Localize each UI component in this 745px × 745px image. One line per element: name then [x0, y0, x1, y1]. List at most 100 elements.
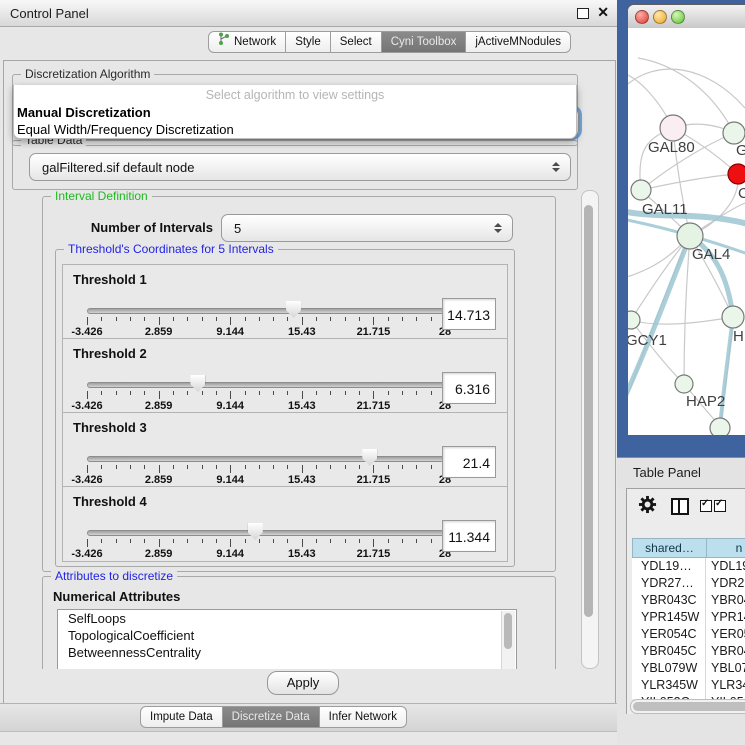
threshold-1-value[interactable]: 14.713: [442, 298, 496, 330]
list-item[interactable]: BetweennessCentrality: [58, 644, 516, 661]
list-item[interactable]: TopologicalCoefficient: [58, 627, 516, 644]
tab-label: Network: [234, 32, 276, 52]
list-item[interactable]: SelfLoops: [58, 610, 516, 627]
tab-label: Style: [295, 32, 321, 52]
threshold-1-slider[interactable]: [87, 308, 447, 314]
gear-icon[interactable]: [638, 495, 657, 519]
tab-infer-network[interactable]: Infer Network: [320, 706, 407, 728]
network-node-right[interactable]: [722, 306, 744, 328]
table-row[interactable]: YBR045CYBR04: [632, 643, 745, 660]
node-label-partial-top: GA: [736, 142, 745, 159]
slider-thumb[interactable]: [190, 375, 205, 392]
zoom-traffic-light[interactable]: [671, 10, 685, 24]
table-row[interactable]: YBL079WYBL07: [632, 660, 745, 677]
node-label-gcy1: GCY1: [628, 332, 667, 349]
slider-scale-labels: -3.4262.8599.14415.4321.71528: [87, 400, 445, 412]
threshold-2-value[interactable]: 6.316: [442, 372, 496, 404]
thresholds-group: Threshold's Coordinates for 5 Intervals …: [55, 249, 515, 567]
checkbox-icon[interactable]: [714, 500, 726, 512]
table-row[interactable]: YLR345WYLR34: [632, 677, 745, 694]
threshold-4-slider[interactable]: [87, 530, 447, 536]
control-panel: Control Panel ✕ Network Style Select Cyn…: [0, 0, 618, 745]
threshold-3-value[interactable]: 21.4: [442, 446, 496, 478]
dropdown-item-manual-discretization[interactable]: Manual Discretization: [14, 104, 576, 121]
table-row[interactable]: YER054CYER05: [632, 626, 745, 643]
column-header-name[interactable]: n: [706, 538, 745, 558]
network-node-gal80[interactable]: [660, 115, 686, 141]
network-node-hap2[interactable]: [675, 375, 693, 393]
slider-thumb[interactable]: [286, 301, 301, 318]
network-node-selected-red[interactable]: [728, 164, 745, 184]
network-view-window: GAL80 GA C GAL11 GAL4 GCY1 H HAP2: [627, 4, 745, 436]
minimize-traffic-light[interactable]: [653, 10, 667, 24]
float-window-icon[interactable]: [577, 8, 589, 19]
network-node-bottom[interactable]: [710, 418, 730, 435]
slider-thumb[interactable]: [362, 449, 377, 466]
tab-label: Select: [340, 32, 372, 52]
threshold-1-panel: Threshold 1 -3.4262.8599.14415.4321.7152…: [62, 264, 508, 340]
combo-stepper-icon: [548, 162, 570, 172]
tab-jactivemnodules[interactable]: jActiveMNodules: [466, 31, 571, 53]
numerical-attributes-heading: Numerical Attributes: [53, 589, 180, 604]
slider-thumb[interactable]: [248, 523, 263, 540]
table-header-row: shared… n: [632, 538, 745, 558]
threshold-label: Threshold 4: [73, 494, 147, 509]
slider-scale-labels: -3.4262.8599.14415.4321.71528: [87, 326, 445, 338]
column-header-shared-name[interactable]: shared…: [632, 538, 706, 558]
panel-title: Control Panel: [10, 6, 89, 21]
threshold-2-panel: Threshold 2 -3.4262.8599.14415.4321.7152…: [62, 338, 508, 414]
numerical-attributes-list[interactable]: SelfLoopsTopologicalCoefficientBetweenne…: [57, 609, 517, 669]
table-h-scrollbar[interactable]: [630, 699, 745, 714]
threshold-label: Threshold 3: [73, 420, 147, 435]
close-icon[interactable]: ✕: [597, 4, 609, 21]
tab-cyni-toolbox[interactable]: Cyni Toolbox: [382, 31, 467, 53]
list-scrollbar[interactable]: [501, 611, 515, 669]
tab-select[interactable]: Select: [331, 31, 382, 53]
control-panel-titlebar: Control Panel ✕: [0, 0, 617, 27]
settings-scroll-viewport: Interval Definition Number of Intervals …: [8, 190, 600, 669]
table-row[interactable]: YDR27…YDR27: [632, 575, 745, 592]
slider-scale-labels: -3.4262.8599.14415.4321.71528: [87, 474, 445, 486]
network-node-gal11[interactable]: [631, 180, 651, 200]
dropdown-item-equal-width[interactable]: Equal Width/Frequency Discretization: [14, 121, 576, 138]
node-label-gal4: GAL4: [692, 246, 730, 263]
table-body: YDL19…YDL19YDR27…YDR27YBR043CYBR04YPR145…: [632, 558, 745, 699]
table-row[interactable]: YBR043CYBR04: [632, 592, 745, 609]
number-of-intervals-combo[interactable]: 5: [221, 214, 513, 242]
tab-network[interactable]: Network: [208, 31, 286, 53]
dropdown-prompt-item[interactable]: Select algorithm to view settings: [14, 85, 576, 104]
tab-discretize-data[interactable]: Discretize Data: [223, 706, 320, 728]
threshold-2-slider[interactable]: [87, 382, 447, 388]
network-node-gcy1[interactable]: [628, 311, 640, 329]
apply-button[interactable]: Apply: [267, 671, 339, 695]
table-row[interactable]: YDL19…YDL19: [632, 558, 745, 575]
tab-label: jActiveMNodules: [475, 32, 561, 52]
close-traffic-light[interactable]: [635, 10, 649, 24]
table-panel-gutter: [617, 487, 626, 714]
tab-style[interactable]: Style: [286, 31, 331, 53]
table-row[interactable]: YPR145WYPR14: [632, 609, 745, 626]
table-panel-title: Table Panel: [633, 465, 701, 480]
screenshot-root: Control Panel ✕ Network Style Select Cyn…: [0, 0, 745, 745]
number-of-intervals-label: Number of Intervals: [73, 220, 213, 235]
threshold-4-value[interactable]: 11.344: [442, 520, 496, 552]
network-window-titlebar: [628, 5, 745, 29]
group-title: Attributes to discretize: [51, 569, 177, 583]
table-data-group: Table Data galFiltered.sif default node: [12, 140, 578, 190]
settings-scrollbar[interactable]: [581, 190, 599, 669]
network-icon: [218, 32, 230, 52]
group-title: Discretization Algorithm: [21, 67, 154, 81]
checkbox-icon[interactable]: [700, 500, 712, 512]
node-label-gal11: GAL11: [642, 201, 688, 218]
tab-impute-data[interactable]: Impute Data: [140, 706, 223, 728]
below-table-area: [617, 714, 745, 745]
threshold-4-panel: Threshold 4 -3.4262.8599.14415.4321.7152…: [62, 486, 508, 562]
split-columns-icon[interactable]: [671, 498, 689, 515]
threshold-3-slider[interactable]: [87, 456, 447, 462]
node-label-gal80: GAL80: [648, 139, 695, 156]
attributes-group: Attributes to discretize Numerical Attri…: [42, 576, 556, 669]
table-data-combo[interactable]: galFiltered.sif default node: [29, 153, 571, 181]
network-canvas[interactable]: GAL80 GA C GAL11 GAL4 GCY1 H HAP2: [628, 28, 745, 435]
network-node-top-right[interactable]: [723, 122, 745, 144]
interval-definition-group: Interval Definition Number of Intervals …: [42, 196, 556, 572]
